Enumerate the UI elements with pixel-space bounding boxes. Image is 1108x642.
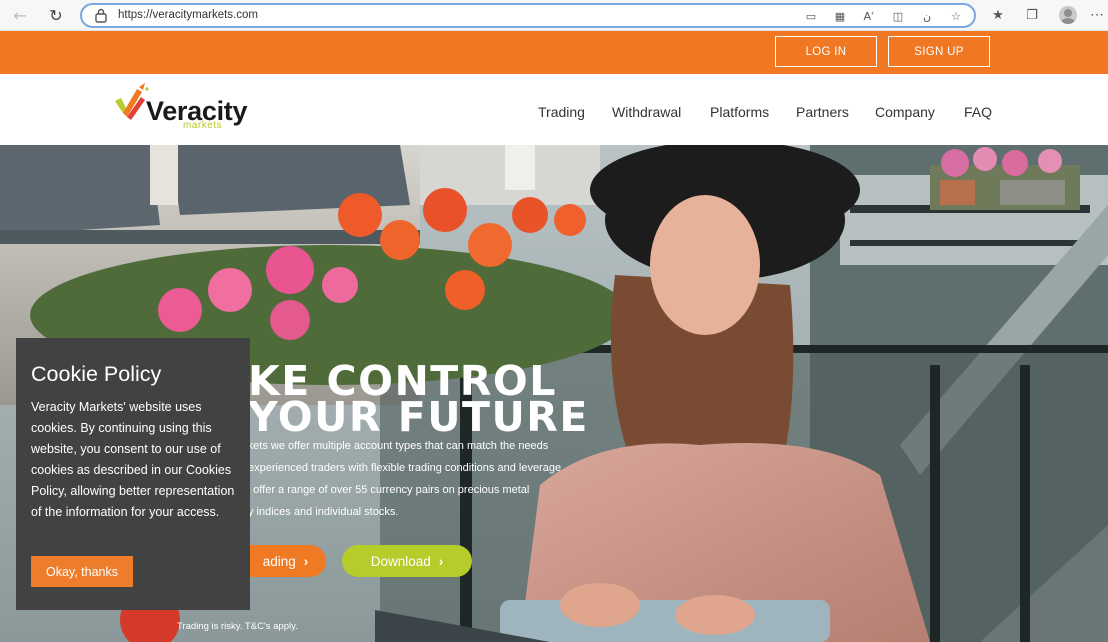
chevron-right-icon: › (438, 553, 444, 569)
read-aloud-icon[interactable]: Aʿ (861, 8, 877, 24)
nav-company[interactable]: Company (875, 104, 935, 120)
profile-icon[interactable] (1059, 6, 1077, 24)
qr-icon[interactable]: ▦ (832, 8, 848, 24)
address-bar[interactable]: https://veracitymarkets.com ▭ ▦ Aʿ ◫ ن ☆ (80, 3, 976, 28)
nav-withdrawal[interactable]: Withdrawal (612, 104, 681, 120)
nav-platforms[interactable]: Platforms (710, 104, 769, 120)
cookie-text: Veracity Markets' website uses cookies. … (31, 400, 235, 520)
immersive-reader-icon[interactable]: ◫ (890, 8, 906, 24)
download-label: Download (370, 553, 431, 569)
chevron-right-icon: › (303, 553, 309, 569)
more-icon[interactable]: ⋯ (1090, 6, 1104, 23)
risk-warning: Trading is risky. T&C's apply. (177, 621, 298, 632)
favorites-add-icon[interactable]: ☆ (948, 8, 964, 24)
cookie-accept-button[interactable]: Okay, thanks (31, 556, 133, 587)
login-button[interactable]: LOG IN (775, 36, 877, 67)
reader-icon[interactable]: ▭ (803, 8, 819, 24)
hero-title-line2: YOUR FUTURE (248, 393, 589, 441)
download-button[interactable]: Download › (342, 545, 472, 577)
cookie-title: Cookie Policy (31, 362, 162, 386)
favorites-icon[interactable]: ★ (988, 5, 1008, 25)
url-text[interactable]: https://veracitymarkets.com (118, 9, 258, 21)
hero-text-line2: experienced traders with flexible tradin… (248, 462, 562, 474)
nav-faq[interactable]: FAQ (964, 104, 992, 120)
logo-subtitle: markets (183, 120, 223, 131)
logo[interactable]: Veracity markets (113, 83, 263, 133)
collections-icon[interactable]: ❐ (1022, 5, 1042, 25)
hero-text-line4: y indices and individual stocks. (248, 506, 399, 518)
nav-partners[interactable]: Partners (796, 104, 849, 120)
nav-trading[interactable]: Trading (538, 104, 585, 120)
browser-toolbar: ← ↻ https://veracitymarkets.com ▭ ▦ Aʿ ◫… (0, 0, 1108, 31)
back-icon[interactable]: ← (8, 4, 32, 26)
hero-text-line1: rkets we offer multiple account types th… (244, 440, 549, 452)
signup-button[interactable]: SIGN UP (888, 36, 990, 67)
hero-text-line3: e offer a range of over 55 currency pair… (244, 484, 530, 496)
site-header: Veracity markets Trading Withdrawal Plat… (0, 74, 1108, 145)
translate-icon[interactable]: ن (919, 8, 935, 24)
lock-icon (95, 8, 107, 23)
refresh-icon[interactable]: ↻ (44, 4, 68, 26)
start-trading-label: ading (262, 553, 296, 569)
account-bar: LOG IN SIGN UP (0, 31, 1108, 74)
cookie-banner: Cookie Policy Veracity Markets' website … (16, 338, 250, 610)
